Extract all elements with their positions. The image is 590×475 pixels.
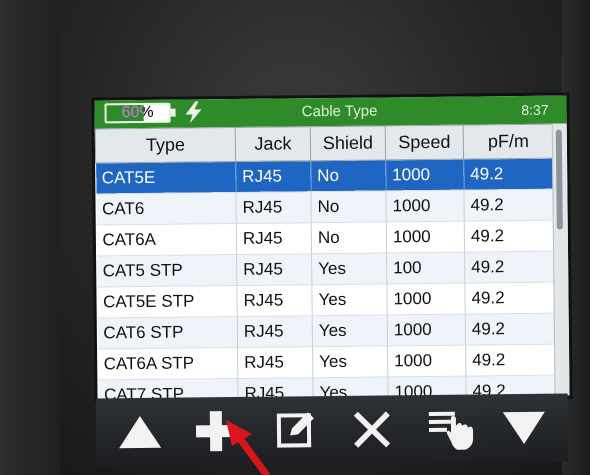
cable-type-table: Type Jack Shield Speed pF/m CAT5E RJ45 No 1… — [95, 124, 556, 401]
table-row[interactable]: CAT5 STP RJ45 Yes 100 49.2 — [96, 251, 555, 287]
cell-speed: 1000 — [387, 345, 466, 377]
cell-pf-per-m: 49.2 — [465, 344, 556, 377]
cell-pf-per-m: 49.2 — [464, 282, 556, 315]
cell-shield: Yes — [312, 314, 388, 347]
table-row[interactable]: CAT6 RJ45 No 1000 49.2 — [95, 189, 555, 225]
cell-type: CAT5 STP — [96, 254, 237, 287]
cell-speed: 1000 — [385, 190, 465, 222]
cell-pf-per-m: 49.2 — [465, 313, 556, 346]
scroll-down-button[interactable] — [494, 400, 555, 457]
delete-x-icon — [353, 411, 391, 448]
table-row[interactable]: CAT5E RJ45 No 1000 49.2 — [95, 158, 554, 194]
cell-speed: 1000 — [385, 159, 464, 191]
select-hand-icon — [428, 411, 474, 450]
cell-jack: RJ45 — [235, 191, 312, 224]
softkey-toolbar — [95, 393, 569, 467]
plus-icon — [195, 411, 237, 452]
scrollbar-thumb[interactable] — [555, 129, 563, 230]
triangle-up-icon — [119, 416, 162, 449]
cell-speed: 1000 — [386, 221, 465, 253]
cell-type: CAT5E STP — [96, 285, 238, 318]
cell-speed: 1000 — [386, 283, 466, 315]
cell-type: CAT6A STP — [97, 347, 238, 380]
cell-jack: RJ45 — [237, 346, 313, 379]
lightning-bolt-icon — [185, 101, 202, 124]
column-header-pf-per-m[interactable]: pF/m — [463, 124, 554, 160]
device-screen: 60% Cable Type 8:37 Type Jack Shield Spe… — [94, 95, 570, 401]
edit-icon — [276, 412, 314, 448]
column-header-shield[interactable]: Shield — [310, 125, 386, 161]
device-bezel-left — [0, 0, 60, 475]
cable-tester-device: 60% Cable Type 8:37 Type Jack Shield Spe… — [0, 0, 590, 475]
cell-speed: 100 — [386, 252, 465, 284]
column-header-type[interactable]: Type — [95, 127, 236, 163]
table-row[interactable]: CAT6 STP RJ45 Yes 1000 49.2 — [97, 313, 556, 349]
column-header-speed[interactable]: Speed — [385, 125, 464, 160]
cell-jack: RJ45 — [236, 222, 312, 255]
select-button[interactable] — [422, 400, 483, 457]
cell-type: CAT5E — [95, 161, 236, 194]
cell-pf-per-m: 49.2 — [463, 189, 555, 222]
table-scrollbar[interactable] — [551, 123, 570, 396]
cell-type: CAT6A — [96, 223, 237, 256]
cell-pf-per-m: 49.2 — [464, 251, 555, 284]
cell-jack: RJ45 — [235, 160, 311, 193]
cell-speed: 1000 — [387, 314, 466, 346]
cell-jack: RJ45 — [237, 315, 313, 348]
cell-pf-per-m: 49.2 — [464, 220, 555, 253]
cell-shield: Yes — [312, 345, 388, 378]
screen-title: Cable Type — [301, 102, 378, 121]
triangle-down-icon — [502, 411, 545, 444]
table-row[interactable]: CAT6A RJ45 No 1000 49.2 — [96, 220, 555, 256]
cell-shield: Yes — [311, 252, 387, 285]
edit-button[interactable] — [266, 402, 327, 459]
cell-jack: RJ45 — [236, 253, 312, 286]
table-row[interactable]: CAT6A STP RJ45 Yes 1000 49.2 — [97, 344, 556, 380]
battery-terminal — [170, 108, 176, 117]
cell-shield: No — [310, 159, 386, 192]
cell-jack: RJ45 — [236, 284, 313, 317]
table-header-row: Type Jack Shield Speed pF/m — [95, 124, 554, 163]
table-row[interactable]: CAT5E STP RJ45 Yes 1000 49.2 — [96, 282, 556, 318]
cell-type: CAT6 STP — [97, 316, 238, 349]
cell-shield: Yes — [311, 283, 388, 316]
cell-shield: No — [310, 190, 387, 223]
column-header-jack[interactable]: Jack — [235, 126, 311, 162]
add-button[interactable] — [186, 403, 247, 460]
delete-button[interactable] — [342, 401, 403, 458]
cell-shield: No — [311, 221, 387, 254]
battery-label: 60% — [121, 103, 154, 122]
scroll-up-button[interactable] — [110, 404, 171, 461]
cell-pf-per-m: 49.2 — [463, 158, 554, 191]
battery-indicator: 60% — [104, 102, 171, 124]
clock: 8:37 — [521, 101, 549, 119]
cell-type: CAT6 — [95, 192, 237, 225]
